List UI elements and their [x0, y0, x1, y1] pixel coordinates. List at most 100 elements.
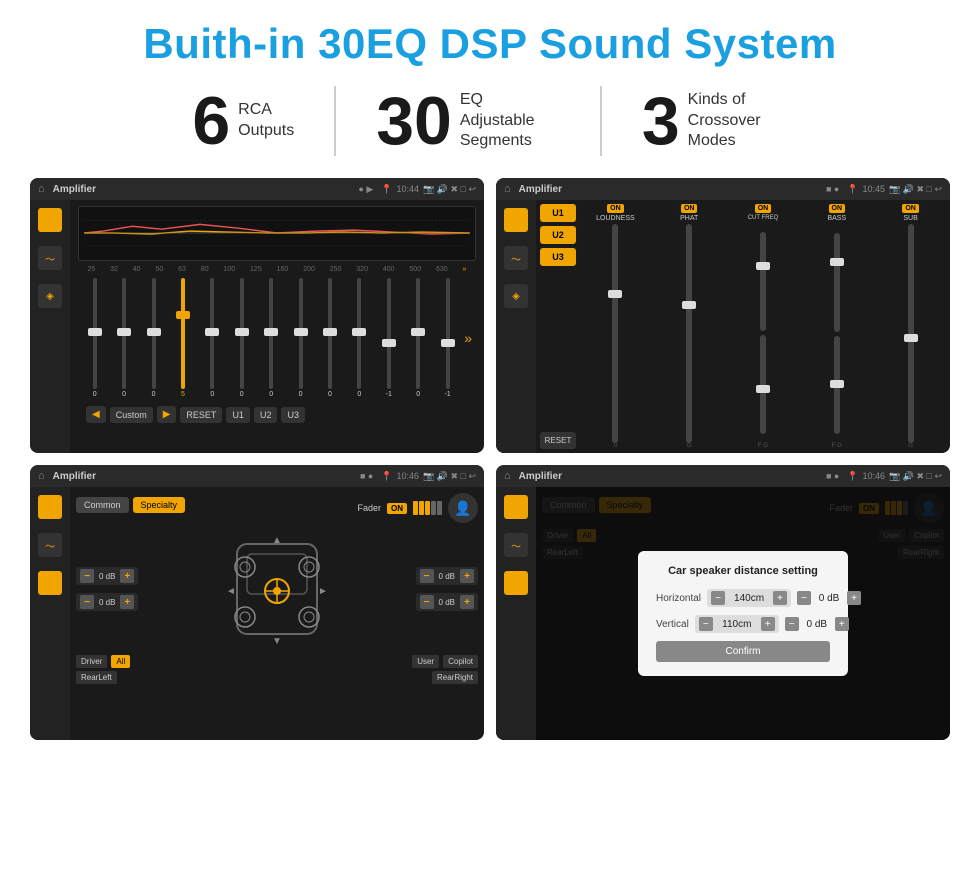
ss2-u3-btn[interactable]: U3	[540, 248, 576, 266]
ss4-sidebar: ⚙ 〜 ◈	[496, 487, 536, 740]
ss2-u2-btn[interactable]: U2	[540, 226, 576, 244]
vertical-plus[interactable]: +	[761, 617, 775, 631]
ss3-db-rl-minus[interactable]: −	[80, 595, 94, 609]
ss2-icon-speaker[interactable]: ◈	[504, 284, 528, 308]
band-phat-on[interactable]: ON	[681, 204, 698, 213]
ss1-icon-eq[interactable]: ⚙	[38, 208, 62, 232]
ss1-status: 📍 10:44 📷 🔊 ✖ □ ↩	[381, 184, 476, 195]
horizontal-stepper: − 140cm +	[707, 589, 791, 607]
ss4-icon-speaker[interactable]: ◈	[504, 571, 528, 595]
ss3-db-fr-plus[interactable]: +	[460, 569, 474, 583]
ss1-next-btn[interactable]: ▶	[157, 406, 177, 423]
ss3-rearleft-btn[interactable]: RearLeft	[76, 671, 117, 684]
vertical-value: 110cm	[717, 619, 757, 630]
stat-crossover: 3 Kinds of Crossover Modes	[602, 87, 828, 155]
dialog-vertical-label: Vertical	[656, 619, 689, 630]
eq-slider-13[interactable]: -1	[435, 278, 460, 398]
ss3-db-fl-plus[interactable]: +	[120, 569, 134, 583]
stat-number-30: 30	[376, 87, 452, 155]
eq-sliders-row: 0 0 0 5 0 0 0 0 0 0 -1 0 -1 »	[78, 278, 476, 398]
ss2-topbar: ⌂ Amplifier ■ ● 📍 10:45 📷 🔊 ✖ □ ↩	[496, 178, 950, 200]
fader-on-badge[interactable]: ON	[387, 503, 407, 514]
ss2-icon-wave[interactable]: 〜	[504, 246, 528, 270]
ss3-copilot-btn[interactable]: Copilot	[443, 655, 478, 668]
ss1-custom-btn[interactable]: Custom	[110, 407, 153, 423]
ss1-home-icon: ⌂	[38, 183, 45, 195]
ss2-icon-eq[interactable]: ⚙	[504, 208, 528, 232]
eq-slider-11[interactable]: -1	[376, 278, 401, 398]
band-phat-label: PHAT	[680, 215, 698, 222]
ss4-icon-wave[interactable]: 〜	[504, 533, 528, 557]
ss3-db-rr-minus[interactable]: −	[420, 595, 434, 609]
h-db-minus[interactable]: −	[797, 591, 811, 605]
ss3-tab-common[interactable]: Common	[76, 497, 129, 513]
vertical-minus[interactable]: −	[699, 617, 713, 631]
eq-slider-10[interactable]: 0	[347, 278, 372, 398]
stat-number-3: 3	[642, 87, 680, 155]
eq-slider-8[interactable]: 0	[288, 278, 313, 398]
main-title: Buith-in 30EQ DSP Sound System	[30, 20, 950, 68]
band-sub-on[interactable]: ON	[902, 204, 919, 213]
eq-slider-4[interactable]: 5	[170, 278, 195, 398]
eq-expand-icon[interactable]: »	[464, 330, 472, 346]
ss1-reset-btn[interactable]: RESET	[180, 407, 222, 423]
eq-slider-5[interactable]: 0	[200, 278, 225, 398]
ss1-icon-speaker[interactable]: ◈	[38, 284, 62, 308]
ss3-driver-btn[interactable]: Driver	[76, 655, 107, 668]
ss3-db-rr-plus[interactable]: +	[460, 595, 474, 609]
eq-slider-9[interactable]: 0	[317, 278, 342, 398]
stat-number-6: 6	[192, 87, 230, 155]
ss3-icon-wave[interactable]: 〜	[38, 533, 62, 557]
eq-slider-7[interactable]: 0	[258, 278, 283, 398]
distance-dialog: Car speaker distance setting Horizontal …	[638, 551, 848, 676]
ss1-u3-btn[interactable]: U3	[281, 407, 305, 423]
h-db-plus[interactable]: +	[847, 591, 861, 605]
ss3-db-rl-plus[interactable]: +	[120, 595, 134, 609]
fader-label: Fader	[357, 503, 381, 513]
horizontal-plus[interactable]: +	[773, 591, 787, 605]
dialog-vertical-row: Vertical − 110cm + − 0 dB +	[656, 615, 830, 633]
stat-label-crossover: Kinds of Crossover Modes	[688, 90, 788, 152]
dialog-overlay: Car speaker distance setting Horizontal …	[536, 487, 950, 740]
dialog-confirm-btn[interactable]: Confirm	[656, 641, 830, 662]
ss1-icon-wave[interactable]: 〜	[38, 246, 62, 270]
ss2-reset-btn[interactable]: RESET	[540, 432, 576, 449]
eq-slider-3[interactable]: 0	[141, 278, 166, 398]
eq-graph	[78, 206, 476, 261]
v-db-plus[interactable]: +	[835, 617, 849, 631]
ss2-sidebar: ⚙ 〜 ◈	[496, 200, 536, 453]
screenshot-1: ⌂ Amplifier ● ▶ 📍 10:44 📷 🔊 ✖ □ ↩ ⚙ 〜 ◈	[30, 178, 484, 453]
ss3-rearright-btn[interactable]: RearRight	[432, 671, 478, 684]
ss3-topbar: ⌂ Amplifier ■ ● 📍 10:46 📷 🔊 ✖ □ ↩	[30, 465, 484, 487]
band-loudness-on[interactable]: ON	[607, 204, 624, 213]
ss3-db-rr-val: 0 dB	[437, 598, 457, 607]
ss4-icon-eq[interactable]: ⚙	[504, 495, 528, 519]
eq-slider-1[interactable]: 0	[82, 278, 107, 398]
ss3-icon-eq[interactable]: ⚙	[38, 495, 62, 519]
eq-slider-12[interactable]: 0	[405, 278, 430, 398]
ss1-u2-btn[interactable]: U2	[254, 407, 278, 423]
band-cutfreq-on[interactable]: ON	[755, 204, 772, 213]
v-db-value: 0 dB	[802, 619, 832, 630]
ss3-db-fl-minus[interactable]: −	[80, 569, 94, 583]
ss3-avatar-btn[interactable]: 👤	[448, 493, 478, 523]
ss3-db-fr-minus[interactable]: −	[420, 569, 434, 583]
car-diagram: ▲ ▼ ◄ ►	[144, 529, 409, 649]
horizontal-minus[interactable]: −	[711, 591, 725, 605]
ss1-u1-btn[interactable]: U1	[226, 407, 250, 423]
ss3-tab-specialty[interactable]: Specialty	[133, 497, 186, 513]
ss3-user-btn[interactable]: User	[412, 655, 439, 668]
eq-slider-6[interactable]: 0	[229, 278, 254, 398]
ss3-home-icon: ⌂	[38, 470, 45, 482]
ss3-all-btn[interactable]: All	[111, 655, 130, 668]
eq-slider-2[interactable]: 0	[111, 278, 136, 398]
band-bass-on[interactable]: ON	[829, 204, 846, 213]
ss1-topbar: ⌂ Amplifier ● ▶ 📍 10:44 📷 🔊 ✖ □ ↩	[30, 178, 484, 200]
screenshots-grid: ⌂ Amplifier ● ▶ 📍 10:44 📷 🔊 ✖ □ ↩ ⚙ 〜 ◈	[30, 178, 950, 740]
ss2-status: 📍 10:45 📷 🔊 ✖ □ ↩	[847, 184, 942, 195]
ss1-prev-btn[interactable]: ◀	[86, 406, 106, 423]
ss3-icon-speaker[interactable]: ◈	[38, 571, 62, 595]
v-db-minus[interactable]: −	[785, 617, 799, 631]
ss2-u1-btn[interactable]: U1	[540, 204, 576, 222]
h-db-value: 0 dB	[814, 593, 844, 604]
